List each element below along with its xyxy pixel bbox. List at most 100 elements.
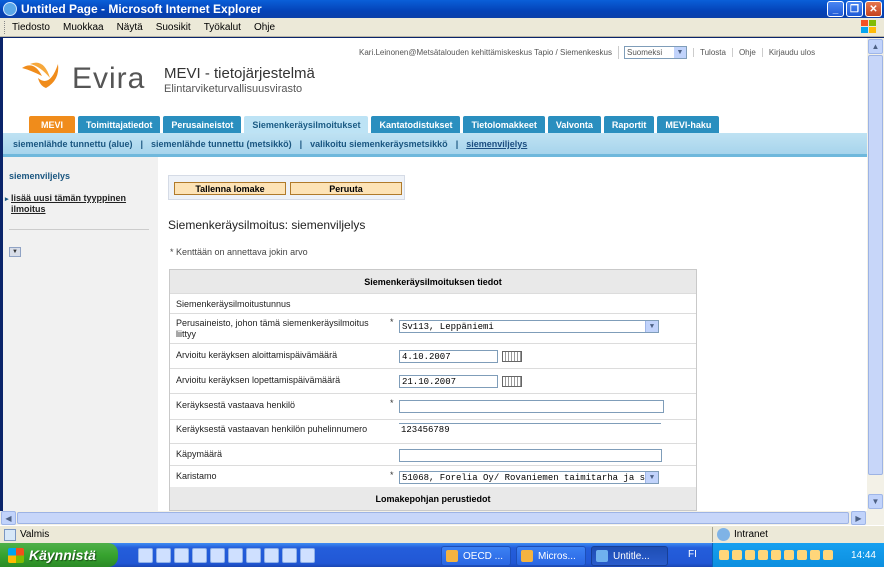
form-row-karistamo: Karistamo * 51068, Forelia Oy/ Rovanieme… — [170, 465, 696, 487]
status-bar: Valmis Intranet — [0, 525, 884, 543]
bullet-icon: ▸ — [5, 196, 9, 203]
scroll-down-icon[interactable]: ▼ — [868, 494, 883, 509]
scroll-up-icon[interactable]: ▲ — [868, 39, 883, 54]
basis-select[interactable]: Sv113, Leppäniemi ▼ — [399, 320, 659, 333]
form-row-usage: Käpymäärä — [170, 443, 696, 465]
tray-icon[interactable] — [745, 550, 755, 560]
tab-kantatodistukset[interactable]: Kantatodistukset — [371, 116, 461, 133]
volume-icon[interactable] — [823, 550, 833, 560]
menu-view[interactable]: Näytä — [117, 22, 143, 33]
scroll-thumb[interactable] — [17, 512, 849, 524]
logout-link[interactable]: Kirjaudu ulos — [761, 48, 821, 57]
quicklaunch-word-icon[interactable] — [246, 547, 261, 563]
menu-file[interactable]: Tiedosto — [12, 22, 50, 33]
task-microsoft[interactable]: Micros... — [516, 546, 586, 566]
toolbar-grip — [4, 20, 7, 34]
tray-icon[interactable] — [758, 550, 768, 560]
tab-mevi[interactable]: MEVI — [29, 116, 76, 133]
tray-icon[interactable] — [784, 550, 794, 560]
menu-edit[interactable]: Muokkaa — [63, 22, 104, 33]
quicklaunch-media-icon[interactable] — [210, 547, 225, 563]
windows-logo-icon — [861, 20, 876, 33]
windows-flag-icon — [8, 547, 24, 563]
subnav-siemenviljelys[interactable]: siemenviljelys — [466, 139, 527, 149]
taskbar: Käynnistä OECD ... Micros... Untitle... … — [0, 543, 884, 567]
tab-valvonta[interactable]: Valvonta — [547, 116, 601, 133]
tab-mevi-haku[interactable]: MEVI-haku — [657, 116, 720, 133]
person-input[interactable] — [399, 400, 664, 413]
tray-icon[interactable] — [771, 550, 781, 560]
quicklaunch-app-icon[interactable] — [282, 547, 297, 563]
calendar-icon[interactable] — [502, 351, 522, 362]
close-button[interactable]: ✕ — [865, 1, 882, 17]
tab-toimittajatiedot[interactable]: Toimittajatiedot — [78, 116, 161, 133]
quicklaunch-mail-icon[interactable] — [192, 547, 207, 563]
sidebar-divider — [9, 229, 149, 230]
app-title: MEVI - tietojärjestelmä — [164, 65, 315, 82]
form-toolbar: Tallenna lomake Peruuta — [168, 175, 405, 200]
quicklaunch-powerpoint-icon[interactable] — [264, 547, 279, 563]
language-selector[interactable]: Suomeksi ▼ — [618, 46, 687, 59]
vertical-scrollbar[interactable]: ▲ ▼ — [867, 38, 884, 511]
sub-navigation: siemenlähde tunnettu (alue) | siemenlähd… — [3, 133, 867, 157]
calendar-icon[interactable] — [502, 376, 522, 387]
person-label: Keräyksestä vastaava henkilö — [176, 400, 296, 410]
phone-input[interactable]: 123456789 — [399, 423, 661, 436]
subnav-alue[interactable]: siemenlähde tunnettu (alue) — [13, 139, 133, 149]
expand-toggle-icon[interactable]: ▼ — [9, 247, 21, 257]
tab-perusaineistot[interactable]: Perusaineistot — [163, 116, 242, 133]
quicklaunch-desktop-icon[interactable] — [156, 547, 171, 563]
quicklaunch-app-icon[interactable] — [228, 547, 243, 563]
window-title: Untitled Page - Microsoft Internet Explo… — [21, 2, 262, 16]
start-date-input[interactable]: 4.10.2007 — [399, 350, 498, 363]
minimize-button[interactable]: _ — [827, 1, 844, 17]
quicklaunch-ie-icon[interactable] — [174, 547, 189, 563]
print-link[interactable]: Tulosta — [693, 48, 732, 57]
task-oecd[interactable]: OECD ... — [441, 546, 511, 566]
tray-icon[interactable] — [732, 550, 742, 560]
subnav-metsikko[interactable]: siemenlähde tunnettu (metsikkö) — [151, 139, 292, 149]
task-untitled[interactable]: Untitle... — [591, 546, 668, 566]
document-icon — [446, 550, 458, 562]
security-zone: Intranet — [712, 527, 884, 542]
tab-raportit[interactable]: Raportit — [603, 116, 655, 133]
notice-form: Siemenkeräysilmoituksen tiedot Siemenker… — [169, 269, 697, 511]
horizontal-scrollbar[interactable]: ◀ ▶ — [0, 511, 884, 525]
tray-icon[interactable] — [810, 550, 820, 560]
header-links: Kari.Leinonen@Metsätalouden kehittämiske… — [359, 46, 867, 59]
start-date-label: Arvioitu keräyksen aloittamispäivämäärä — [176, 350, 338, 360]
chevron-down-icon: ▼ — [674, 47, 686, 58]
tab-tietolomakkeet[interactable]: Tietolomakkeet — [463, 116, 545, 133]
basis-label: Perusaineisto, johon tämä siemenkeräysil… — [176, 318, 369, 339]
tab-siemenkeraysilmoitukset[interactable]: Siemenkeräysilmoitukset — [244, 116, 369, 133]
maximize-button[interactable]: ❐ — [846, 1, 863, 17]
form-row-end: Arvioitu keräyksen lopettamispäivämäärä … — [170, 368, 696, 393]
menu-tools[interactable]: Työkalut — [204, 22, 241, 33]
karistamo-select[interactable]: 51068, Forelia Oy/ Rovaniemen taimitarha… — [399, 471, 659, 484]
cancel-button[interactable]: Peruuta — [290, 182, 402, 195]
quicklaunch-excel-icon[interactable] — [300, 547, 315, 563]
section-header: Siemenkeräysilmoituksen tiedot — [170, 270, 696, 293]
save-form-button[interactable]: Tallenna lomake — [174, 182, 286, 195]
required-note: * Kenttään on annettava jokin arvo — [170, 247, 308, 257]
scroll-left-icon[interactable]: ◀ — [1, 511, 16, 525]
add-new-notice-link[interactable]: ▸ lisää uusi tämän tyyppinen ilmoitus — [5, 193, 151, 215]
subnav-valikoitu[interactable]: valikoitu siemenkeräysmetsikkö — [310, 139, 448, 149]
language-indicator[interactable]: FI — [688, 549, 697, 560]
end-date-input[interactable]: 21.10.2007 — [399, 375, 498, 388]
form-row-basis: Perusaineisto, johon tämä siemenkeräysil… — [170, 313, 696, 343]
help-link[interactable]: Ohje — [731, 48, 762, 57]
menu-bar: Tiedosto Muokkaa Näytä Suosikit Työkalut… — [0, 18, 884, 37]
menu-favorites[interactable]: Suosikit — [156, 22, 191, 33]
menu-help[interactable]: Ohje — [254, 22, 275, 33]
scroll-right-icon[interactable]: ▶ — [851, 511, 866, 525]
scroll-thumb[interactable] — [868, 55, 883, 475]
quicklaunch-explorer-icon[interactable] — [138, 547, 153, 563]
tray-icon[interactable] — [797, 550, 807, 560]
tray-icon[interactable] — [719, 550, 729, 560]
usage-input[interactable] — [399, 449, 662, 462]
start-button[interactable]: Käynnistä — [0, 543, 118, 567]
evira-wing-icon — [22, 62, 59, 88]
clock[interactable]: 14:44 — [851, 550, 876, 561]
window-titlebar: Untitled Page - Microsoft Internet Explo… — [0, 0, 884, 18]
